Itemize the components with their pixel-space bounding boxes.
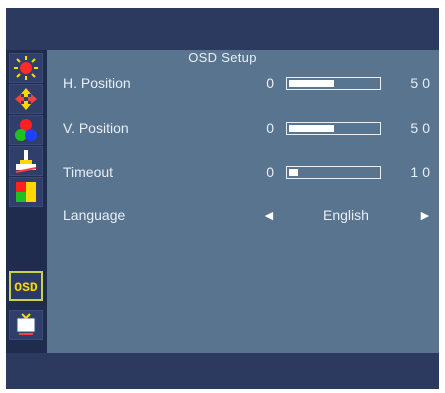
h-position-min: 0 (266, 75, 274, 91)
h-position-slider[interactable] (286, 77, 381, 90)
color-blocks-icon (16, 182, 36, 202)
rgb-dots-icon (15, 119, 37, 141)
timeout-min: 0 (266, 164, 274, 180)
monitor-osd-screen: OSD OSD Setup H. Position 0 50 V. Positi… (0, 0, 445, 393)
paint-brush-icon (15, 150, 37, 173)
tv-signal-icon (16, 313, 36, 335)
h-position-max: 50 (410, 75, 434, 91)
language-right-arrow[interactable]: ► (418, 208, 432, 222)
language-label: Language (63, 207, 126, 223)
osd-setup-title: OSD Setup (188, 50, 257, 65)
tab-osd[interactable]: OSD (9, 271, 43, 301)
move-arrows-icon (15, 88, 37, 110)
osd-icon: OSD (14, 280, 38, 295)
v-position-min: 0 (266, 120, 274, 136)
h-position-label: H. Position (63, 75, 131, 91)
tab-color-temp[interactable] (9, 177, 43, 207)
v-position-label: V. Position (63, 120, 129, 136)
language-left-arrow[interactable]: ◄ (262, 208, 276, 222)
language-value: English (323, 207, 369, 223)
v-position-slider[interactable] (286, 122, 381, 135)
v-position-fill (289, 125, 334, 132)
v-position-max: 50 (410, 120, 434, 136)
tab-position[interactable] (9, 84, 43, 114)
tab-color[interactable] (9, 115, 43, 145)
timeout-slider[interactable] (286, 166, 381, 179)
h-position-fill (289, 80, 334, 87)
tab-image[interactable] (9, 146, 43, 176)
osd-settings-panel (6, 50, 439, 353)
timeout-label: Timeout (63, 164, 114, 180)
tab-signal[interactable] (9, 310, 43, 340)
timeout-fill (289, 169, 298, 176)
timeout-max: 10 (410, 164, 434, 180)
osd-icon-text: OSD (14, 280, 38, 295)
